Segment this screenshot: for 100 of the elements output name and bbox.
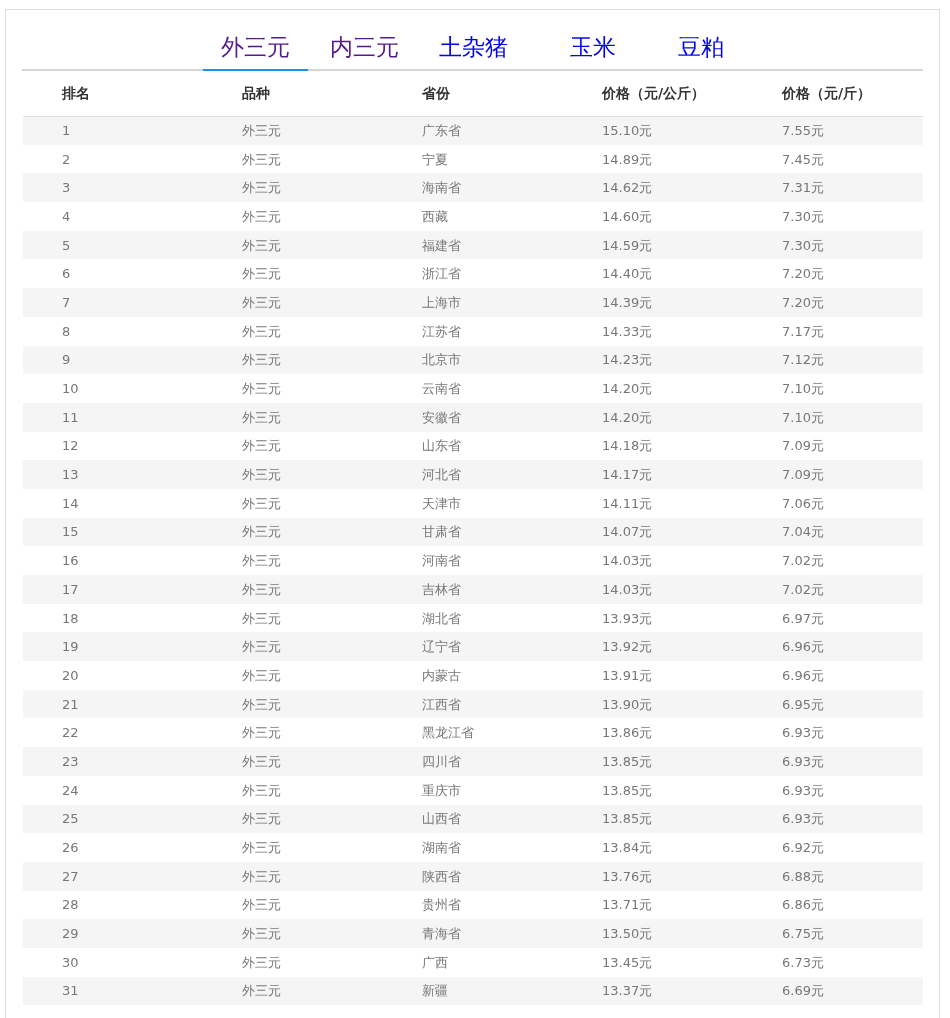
tab[interactable]: 土杂猪 <box>421 30 526 71</box>
table-cell: 6.73元 <box>743 947 923 977</box>
table-cell: 广西 <box>383 947 563 977</box>
table-cell: 山西省 <box>383 804 563 834</box>
table-cell: 10 <box>23 374 203 403</box>
table-cell: 7.06元 <box>743 488 923 518</box>
table-cell: 28 <box>23 890 203 920</box>
table-cell: 7.09元 <box>743 431 923 461</box>
table-cell: 外三元 <box>203 947 383 977</box>
table-cell: 天津市 <box>383 488 563 518</box>
table-cell: 3 <box>23 173 203 203</box>
table-cell: 13.71元 <box>563 890 743 920</box>
table-cell: 14.20元 <box>563 402 743 432</box>
table-cell: 外三元 <box>203 976 383 1006</box>
tab[interactable]: 豆粕 <box>660 30 742 71</box>
table-cell: 7.20元 <box>743 288 923 317</box>
table-cell: 外三元 <box>203 402 383 432</box>
table-cell: 山东省 <box>383 431 563 461</box>
table-cell: 14.59元 <box>563 230 743 260</box>
table-cell: 外三元 <box>203 661 383 690</box>
table-cell: 14.03元 <box>563 575 743 604</box>
table-cell: 外三元 <box>203 488 383 518</box>
table-cell: 外三元 <box>203 890 383 920</box>
table-cell: 贵州省 <box>383 890 563 920</box>
table-cell: 30 <box>23 947 203 977</box>
table-cell: 7 <box>23 288 203 317</box>
table-cell: 2 <box>23 144 203 174</box>
table-cell: 14.89元 <box>563 144 743 174</box>
table-cell: 外三元 <box>203 861 383 891</box>
table-cell: 14.33元 <box>563 316 743 346</box>
table-cell: 外三元 <box>203 603 383 633</box>
table-cell: 外三元 <box>203 345 383 375</box>
table-cell: 4 <box>23 202 203 231</box>
table-cell: 6.95元 <box>743 689 923 719</box>
table-cell: 四川省 <box>383 747 563 776</box>
table-cell: 陕西省 <box>383 861 563 891</box>
table-cell: 24 <box>23 775 203 805</box>
table-cell: 外三元 <box>203 804 383 834</box>
table-cell: 13 <box>23 460 203 489</box>
table-cell: 14.17元 <box>563 460 743 489</box>
table-cell: 13.91元 <box>563 661 743 690</box>
table-cell: 湖南省 <box>383 833 563 862</box>
table-cell: 外三元 <box>203 517 383 547</box>
tab[interactable]: 外三元 <box>203 30 308 71</box>
table-cell: 21 <box>23 689 203 719</box>
table-cell: 13.84元 <box>563 833 743 862</box>
column-header: 品种 <box>203 71 383 116</box>
table-cell: 7.31元 <box>743 173 923 203</box>
table-cell: 6.96元 <box>743 632 923 662</box>
table-cell: 25 <box>23 804 203 834</box>
table-cell: 13.85元 <box>563 747 743 776</box>
table-cell: 14.23元 <box>563 345 743 375</box>
table-cell: 13.85元 <box>563 804 743 834</box>
table-cell: 7.02元 <box>743 546 923 575</box>
table-cell: 7.17元 <box>743 316 923 346</box>
table-cell: 19 <box>23 632 203 662</box>
table-cell: 7.12元 <box>743 345 923 375</box>
table-cell: 新疆 <box>383 976 563 1006</box>
table-cell: 20 <box>23 661 203 690</box>
table-cell: 外三元 <box>203 202 383 231</box>
table-cell: 14.20元 <box>563 374 743 403</box>
table-cell: 广东省 <box>383 116 563 145</box>
column-header: 排名 <box>23 71 203 116</box>
table-cell: 外三元 <box>203 144 383 174</box>
table-cell: 7.02元 <box>743 575 923 604</box>
table-cell: 河北省 <box>383 460 563 489</box>
table-cell: 吉林省 <box>383 575 563 604</box>
table-cell: 14.07元 <box>563 517 743 547</box>
table-cell: 外三元 <box>203 431 383 461</box>
tab[interactable]: 内三元 <box>312 30 417 71</box>
table-cell: 浙江省 <box>383 259 563 289</box>
table-cell: 26 <box>23 833 203 862</box>
table-cell: 6.88元 <box>743 861 923 891</box>
table-cell: 外三元 <box>203 575 383 604</box>
table-cell: 外三元 <box>203 833 383 862</box>
table-cell: 6.92元 <box>743 833 923 862</box>
table-cell: 17 <box>23 575 203 604</box>
table-cell: 14.39元 <box>563 288 743 317</box>
table-cell: 江苏省 <box>383 316 563 346</box>
table-cell: 13.85元 <box>563 775 743 805</box>
table-cell: 6.93元 <box>743 718 923 748</box>
table-cell: 湖北省 <box>383 603 563 633</box>
table-cell: 5 <box>23 230 203 260</box>
table-cell: 7.30元 <box>743 230 923 260</box>
table-cell: 7.20元 <box>743 259 923 289</box>
table-cell: 6.69元 <box>743 976 923 1006</box>
tab[interactable]: 玉米 <box>552 30 634 71</box>
table-cell: 13.92元 <box>563 632 743 662</box>
table-cell: 外三元 <box>203 259 383 289</box>
table-cell: 15.10元 <box>563 116 743 145</box>
table-cell: 外三元 <box>203 316 383 346</box>
table-cell: 6.97元 <box>743 603 923 633</box>
table-cell: 13.50元 <box>563 919 743 948</box>
table-cell: 外三元 <box>203 775 383 805</box>
table-cell: 14 <box>23 488 203 518</box>
table-cell: 外三元 <box>203 632 383 662</box>
column-header: 价格（元/斤） <box>743 71 923 116</box>
table-cell: 7.09元 <box>743 460 923 489</box>
table-cell: 14.60元 <box>563 202 743 231</box>
column-header: 省份 <box>383 71 563 116</box>
